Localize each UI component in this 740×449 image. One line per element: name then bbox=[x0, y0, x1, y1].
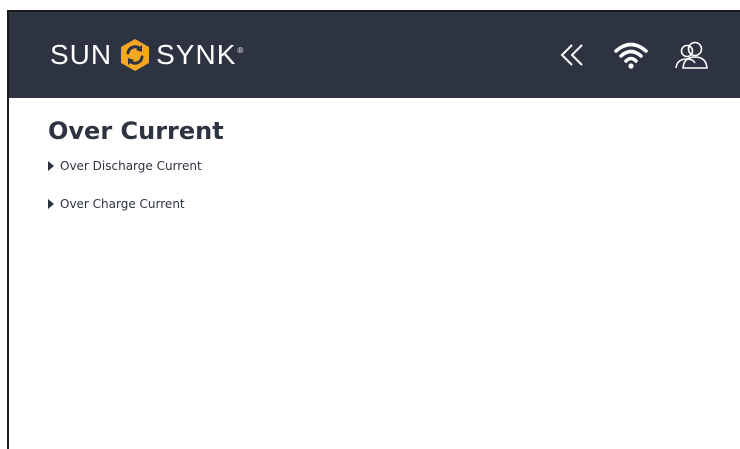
screen: SUN SYNK ® Over Current Over Discharge C… bbox=[0, 0, 740, 449]
wifi-button[interactable] bbox=[613, 42, 649, 72]
double-chevron-left-icon bbox=[558, 42, 588, 72]
header-bar: SUN SYNK ® bbox=[9, 12, 740, 98]
sunsynk-logo: SUN SYNK ® bbox=[50, 36, 244, 74]
settings-list: Over Discharge Current Over Charge Curre… bbox=[48, 158, 708, 212]
wifi-icon bbox=[613, 40, 649, 74]
logo-text-left: SUN bbox=[50, 39, 113, 70]
over-charge-current-item[interactable]: Over Charge Current bbox=[48, 196, 708, 212]
logo-text-right: SYNK bbox=[156, 39, 237, 70]
caret-right-icon bbox=[48, 199, 54, 209]
sync-arrows-icon bbox=[118, 38, 152, 72]
main-content: Over Current Over Discharge Current Over… bbox=[48, 116, 708, 234]
caret-right-icon bbox=[48, 161, 54, 171]
registered-mark: ® bbox=[237, 46, 245, 55]
list-item-label: Over Charge Current bbox=[60, 197, 185, 211]
list-item-label: Over Discharge Current bbox=[60, 159, 202, 173]
back-button[interactable] bbox=[555, 42, 591, 72]
users-icon bbox=[672, 40, 712, 74]
page-title: Over Current bbox=[48, 117, 224, 145]
users-button[interactable] bbox=[672, 40, 712, 74]
over-discharge-current-item[interactable]: Over Discharge Current bbox=[48, 158, 708, 174]
